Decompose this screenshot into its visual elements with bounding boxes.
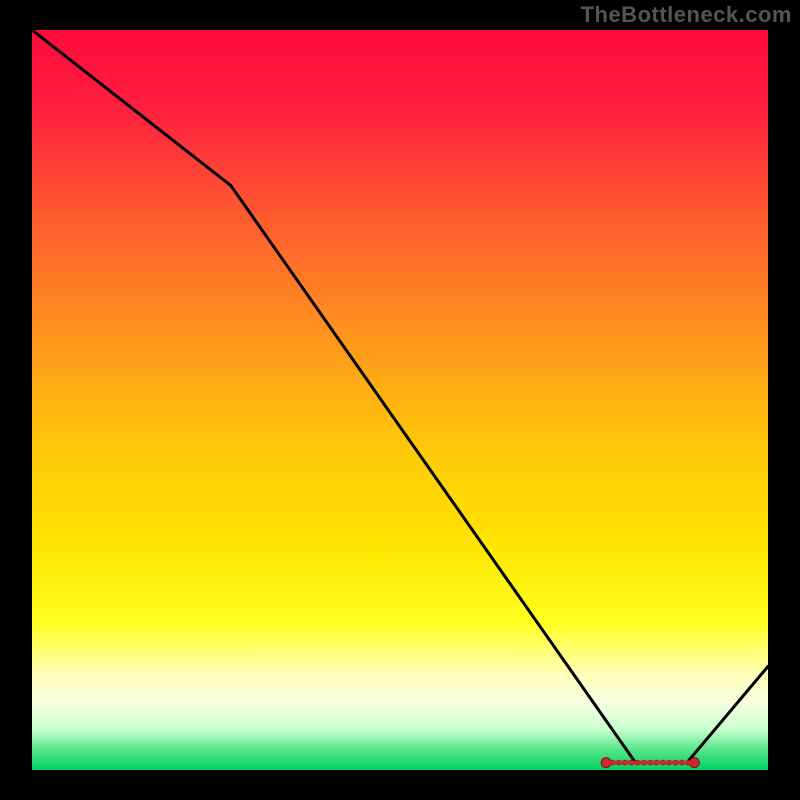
chart-frame: TheBottleneck.com bbox=[0, 0, 800, 800]
plot-area bbox=[32, 30, 768, 770]
chart-svg bbox=[32, 30, 768, 770]
watermark-text: TheBottleneck.com bbox=[581, 2, 792, 28]
